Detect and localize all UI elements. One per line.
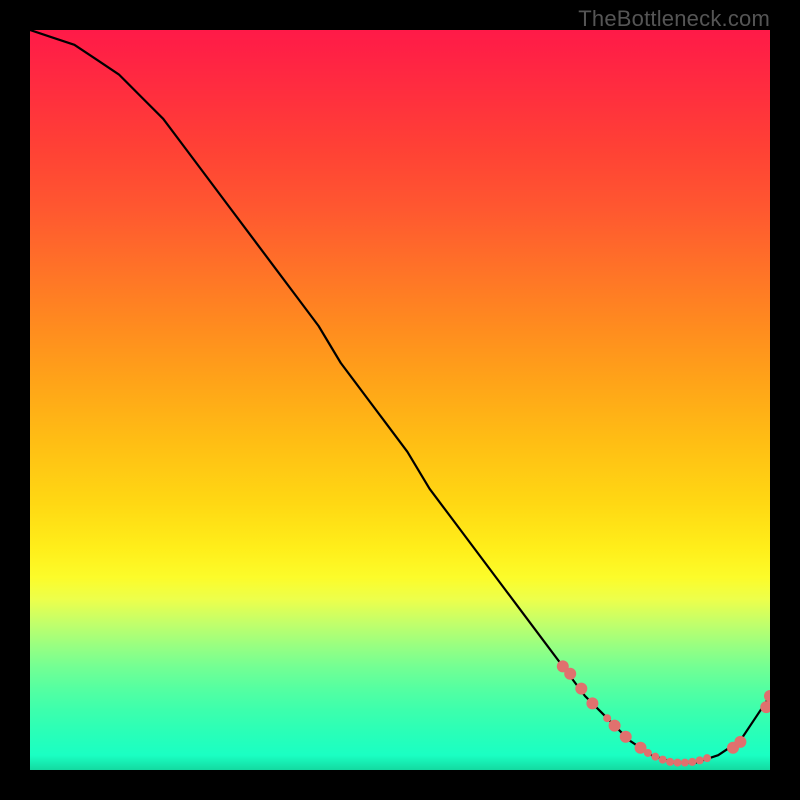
marker-point <box>609 720 621 732</box>
marker-point <box>586 697 598 709</box>
curve-line <box>30 30 770 763</box>
marker-point <box>681 759 689 767</box>
chart-frame: TheBottleneck.com <box>0 0 800 800</box>
marker-point <box>659 756 667 764</box>
marker-point <box>760 701 770 713</box>
marker-point <box>674 759 682 767</box>
marker-group <box>557 660 770 766</box>
marker-point <box>734 736 746 748</box>
marker-point <box>644 749 652 757</box>
marker-point <box>696 756 704 764</box>
marker-point <box>703 754 711 762</box>
marker-point <box>564 668 576 680</box>
marker-point <box>575 683 587 695</box>
watermark-text: TheBottleneck.com <box>578 6 770 32</box>
marker-point <box>764 690 770 702</box>
plot-area <box>30 30 770 770</box>
marker-point <box>666 758 674 766</box>
marker-point <box>603 714 611 722</box>
marker-point <box>651 753 659 761</box>
marker-point <box>688 758 696 766</box>
chart-svg <box>30 30 770 770</box>
marker-point <box>620 731 632 743</box>
